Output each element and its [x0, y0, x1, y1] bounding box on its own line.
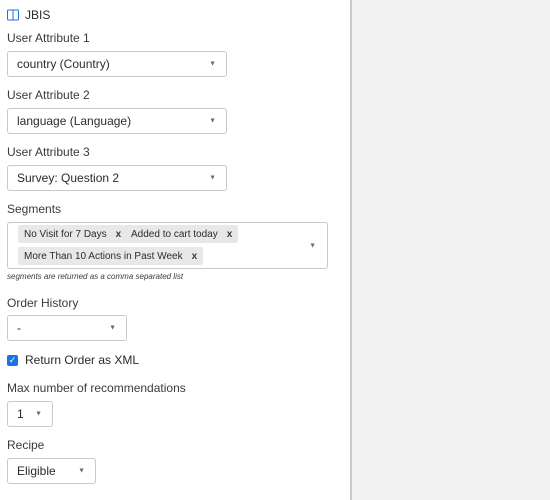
remove-icon[interactable]: x: [116, 229, 122, 240]
segment-pill-label: More Than 10 Actions in Past Week: [24, 250, 183, 262]
user-attribute-2-label: User Attribute 2: [7, 88, 90, 102]
return-xml-checkbox[interactable]: ✓: [7, 354, 18, 366]
user-attribute-3-value: Survey: Question 2: [17, 171, 120, 185]
settings-panel: JBIS User Attribute 1 country (Country) …: [0, 0, 350, 500]
segment-pill: Added to cart today x: [125, 225, 239, 243]
order-history-select[interactable]: - ▼: [7, 315, 127, 341]
max-recs-select[interactable]: 1 ▼: [7, 401, 53, 427]
max-recs-label: Max number of recommendations: [7, 381, 186, 395]
recipe-value: Eligible: [17, 464, 56, 478]
segments-label: Segments: [7, 202, 62, 216]
panel-title: JBIS: [25, 8, 51, 22]
max-recs-value: 1: [17, 407, 24, 421]
segment-pill-label: Added to cart today: [131, 228, 218, 240]
user-attribute-2-value: language (Language): [17, 114, 132, 128]
user-attribute-3-select[interactable]: Survey: Question 2 ▼: [7, 165, 227, 191]
recipe-label: Recipe: [7, 438, 45, 452]
user-attribute-1-select[interactable]: country (Country) ▼: [7, 51, 227, 77]
user-attribute-2-select[interactable]: language (Language) ▼: [7, 108, 227, 134]
segment-pill-label: No Visit for 7 Days: [24, 228, 107, 240]
user-attribute-1-value: country (Country): [17, 57, 110, 71]
chevron-down-icon: ▼: [109, 324, 116, 332]
return-xml-label: Return Order as XML: [25, 353, 140, 367]
order-history-label: Order History: [7, 296, 79, 310]
book-icon: [7, 9, 19, 21]
chevron-down-icon: ▼: [78, 467, 85, 475]
segment-pill: No Visit for 7 Days x: [18, 225, 128, 243]
order-history-value: -: [17, 321, 21, 335]
return-xml-row: ✓ Return Order as XML: [7, 353, 139, 367]
user-attribute-3-label: User Attribute 3: [7, 145, 90, 159]
chevron-down-icon: ▼: [35, 410, 42, 418]
chevron-down-icon[interactable]: ▼: [309, 242, 316, 249]
chevron-down-icon: ▼: [209, 60, 216, 68]
panel-header: JBIS: [7, 8, 50, 22]
recipe-select[interactable]: Eligible ▼: [7, 458, 96, 484]
segments-multiselect[interactable]: No Visit for 7 Days x Added to cart toda…: [7, 222, 328, 269]
user-attribute-1-label: User Attribute 1: [7, 31, 90, 45]
remove-icon[interactable]: x: [227, 229, 233, 240]
preview-panel: [352, 0, 550, 500]
segments-hint: segments are returned as a comma separat…: [7, 272, 184, 281]
remove-icon[interactable]: x: [192, 251, 198, 262]
chevron-down-icon: ▼: [209, 174, 216, 182]
chevron-down-icon: ▼: [209, 117, 216, 125]
segment-pill: More Than 10 Actions in Past Week x: [18, 247, 204, 265]
